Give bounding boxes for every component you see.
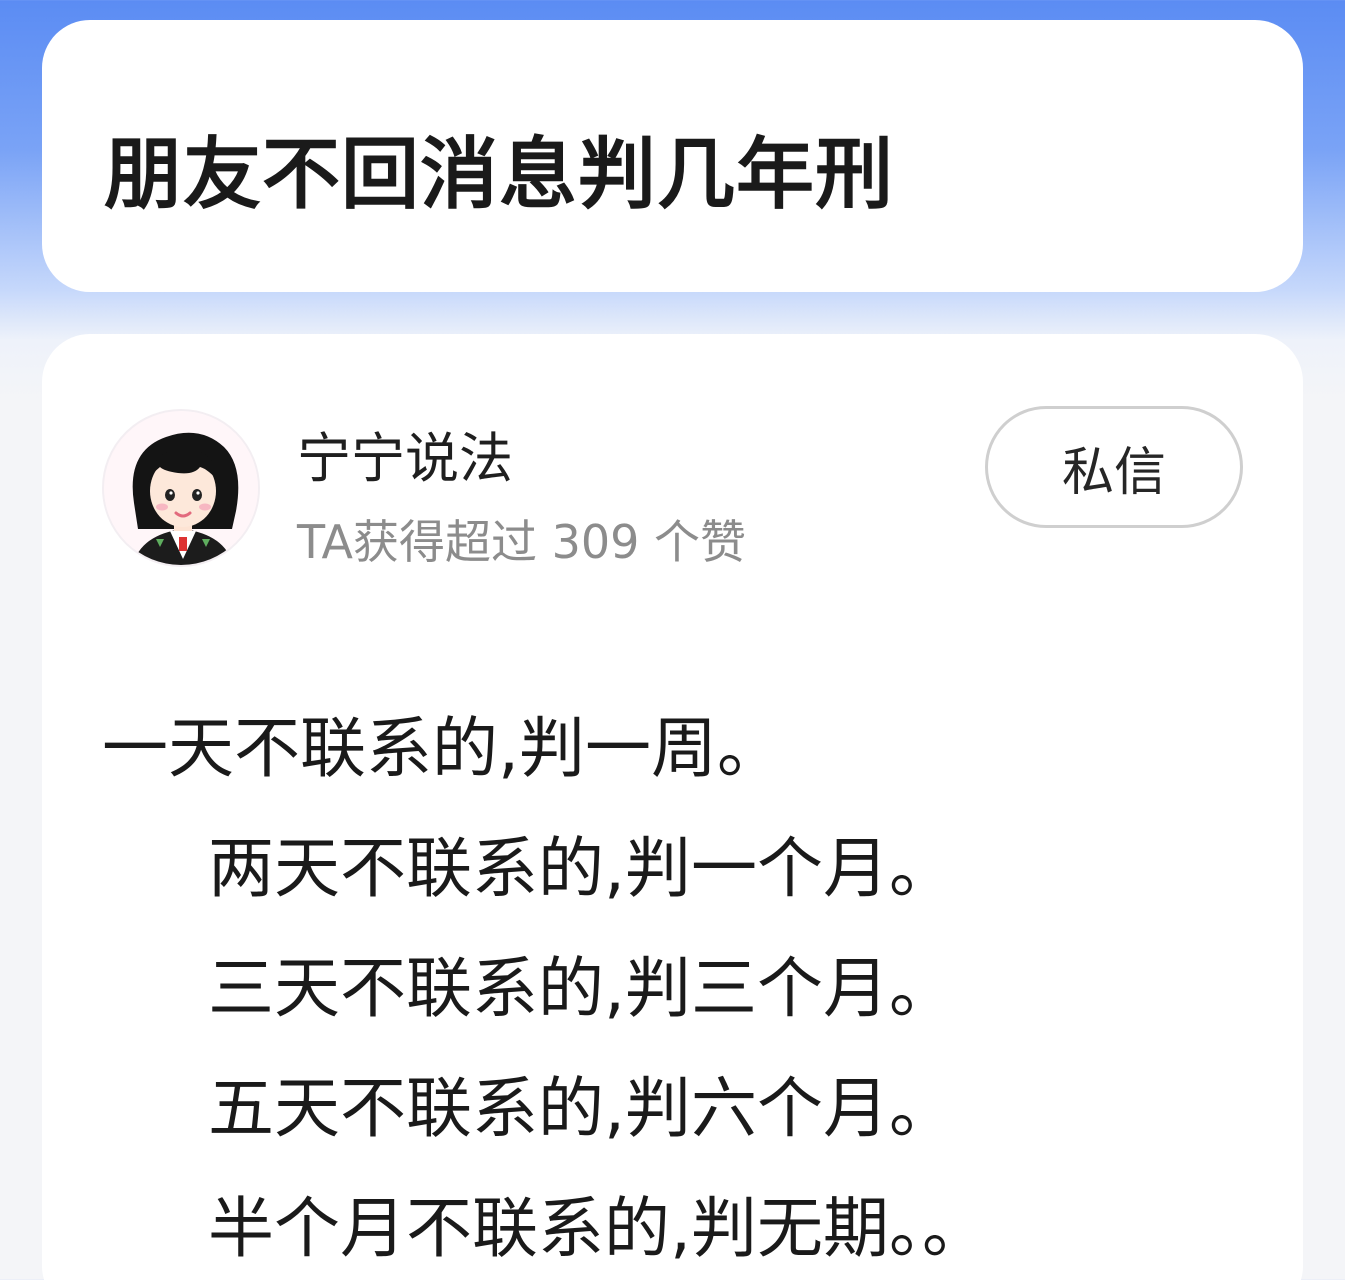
answer-line: 三天不联系的,判三个月。 <box>208 950 955 1027</box>
author-likes-count: TA获得超过 309 个赞 <box>297 515 747 569</box>
answer-body: 一天不联系的,判一周。 两天不联系的,判一个月。 三天不联系的,判三个月。 五天… <box>102 689 1262 1280</box>
answer-card: 宁宁说法 TA获得超过 309 个赞 私信 一天不联系的,判一周。 两天不联系的… <box>42 334 1303 1280</box>
answer-line: 一天不联系的,判一周。 <box>102 710 783 787</box>
question-card: 朋友不回消息判几年刑 <box>42 20 1303 292</box>
answer-line: 五天不联系的,判六个月。 <box>208 1070 955 1147</box>
private-message-button[interactable]: 私信 <box>985 406 1243 528</box>
answer-line: 半个月不联系的,判无期。。 <box>208 1190 988 1267</box>
answer-line: 两天不联系的,判一个月。 <box>208 830 955 907</box>
author-name[interactable]: 宁宁说法 <box>297 414 513 493</box>
avatar-woman-lawyer-icon <box>104 411 258 565</box>
question-title: 朋友不回消息判几年刑 <box>104 130 895 220</box>
author-avatar[interactable] <box>102 409 260 567</box>
